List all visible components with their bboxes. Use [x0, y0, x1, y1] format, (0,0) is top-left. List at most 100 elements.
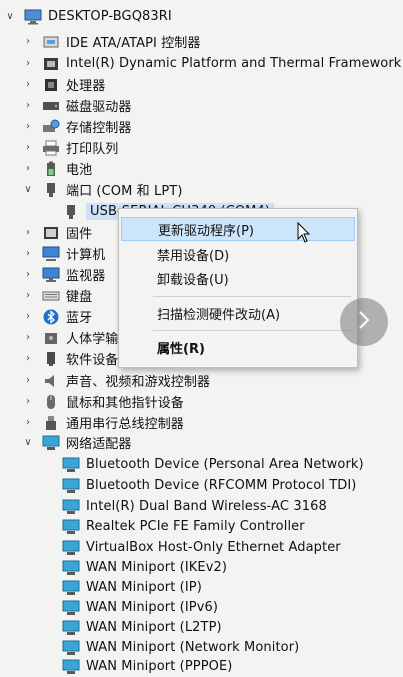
tree-node-print-queues[interactable]: › 打印队列 — [22, 137, 118, 158]
chevron-right-icon[interactable]: › — [22, 227, 34, 239]
chevron-right-icon[interactable]: › — [22, 100, 34, 112]
node-label: 端口 (COM 和 LPT) — [66, 184, 183, 199]
menu-item-disable-device[interactable]: 禁用设备(D) — [121, 242, 355, 266]
chevron-right-icon[interactable]: › — [22, 417, 34, 429]
hid-icon — [42, 330, 60, 346]
node-label: 电池 — [66, 163, 93, 178]
chevron-right-icon[interactable]: › — [22, 121, 34, 133]
node-label: 键盘 — [66, 290, 93, 305]
next-arrow-button[interactable] — [340, 298, 388, 346]
menu-item-scan-hardware[interactable]: 扫描检测硬件改动(A) — [121, 301, 355, 325]
port-connector-icon — [62, 204, 80, 220]
tree-node-ports[interactable]: ∨ 端口 (COM 和 LPT) — [22, 179, 183, 200]
disk-drive-icon — [42, 98, 60, 114]
network-adapter-icon — [62, 580, 80, 596]
network-adapter-icon — [62, 659, 80, 675]
node-label: 磁盘驱动器 — [66, 100, 132, 115]
tree-node-computer[interactable]: › 计算机 — [22, 243, 105, 264]
network-device-row[interactable]: WAN Miniport (IPv6) — [62, 597, 218, 618]
chevron-right-icon[interactable]: › — [22, 269, 34, 281]
chevron-right-icon[interactable]: › — [22, 332, 34, 344]
tree-node-keyboards[interactable]: › 键盘 — [22, 285, 92, 306]
node-label: 处理器 — [66, 79, 106, 94]
chevron-right-icon[interactable]: › — [22, 353, 34, 365]
node-label: Bluetooth Device (Personal Area Network) — [86, 457, 364, 472]
tree-root[interactable]: ∨ DESKTOP-BGQ83RI — [4, 6, 172, 27]
node-label: VirtualBox Host-Only Ethernet Adapter — [86, 540, 341, 555]
tree-node-disk-drives[interactable]: › 磁盘驱动器 — [22, 95, 132, 116]
menu-item-update-driver[interactable]: 更新驱动程序(P) — [121, 217, 355, 241]
chevron-right-icon[interactable]: › — [22, 311, 34, 323]
chevron-right-icon[interactable]: › — [22, 375, 34, 387]
storage-controller-icon — [42, 119, 60, 135]
network-device-row[interactable]: Bluetooth Device (Personal Area Network) — [62, 454, 364, 475]
network-device-row[interactable]: Realtek PCIe FE Family Controller — [62, 516, 305, 537]
tree-node-firmware[interactable]: › 固件 — [22, 222, 92, 243]
tree-node-battery[interactable]: › 电池 — [22, 158, 92, 179]
menu-item-uninstall-device[interactable]: 卸载设备(U) — [121, 266, 355, 290]
node-label: IDE ATA/ATAPI 控制器 — [66, 36, 201, 51]
chevron-down-icon[interactable]: ∨ — [22, 184, 34, 196]
tree-node-monitors[interactable]: › 监视器 — [22, 264, 105, 285]
chevron-down-icon[interactable]: ∨ — [22, 437, 34, 449]
printer-icon — [42, 140, 60, 156]
tree-node-network-adapters[interactable]: ∨ 网络适配器 — [22, 432, 132, 453]
menu-separator — [153, 296, 351, 297]
node-label: WAN Miniport (L2TP) — [86, 620, 222, 635]
network-device-row[interactable]: Intel(R) Dual Band Wireless-AC 3168 — [62, 496, 327, 517]
tree-node-processor[interactable]: › 处理器 — [22, 74, 105, 95]
software-device-icon — [42, 351, 60, 367]
node-label: 计算机 — [66, 248, 106, 263]
processor-icon — [42, 77, 60, 93]
node-label: 打印队列 — [66, 142, 119, 157]
network-device-row[interactable]: WAN Miniport (PPPOE) — [62, 656, 232, 677]
network-device-row[interactable]: WAN Miniport (IKEv2) — [62, 557, 227, 578]
network-device-row[interactable]: WAN Miniport (IP) — [62, 577, 202, 598]
chevron-right-icon[interactable]: › — [22, 79, 34, 91]
node-label: Intel(R) Dual Band Wireless-AC 3168 — [86, 499, 327, 514]
node-label: WAN Miniport (Network Monitor) — [86, 640, 300, 655]
chevron-right-icon[interactable]: › — [22, 248, 34, 260]
chevron-right-icon[interactable]: › — [22, 163, 34, 175]
tree-node-ide[interactable]: › IDE ATA/ATAPI 控制器 — [22, 31, 201, 52]
network-adapter-icon — [62, 519, 80, 535]
ide-controller-icon — [42, 34, 60, 50]
battery-icon — [42, 161, 60, 177]
node-label: 固件 — [66, 227, 93, 242]
node-label: 存储控制器 — [66, 121, 132, 136]
node-label: 鼠标和其他指针设备 — [66, 396, 184, 411]
chevron-right-icon[interactable]: › — [22, 396, 34, 408]
network-device-row[interactable]: WAN Miniport (Network Monitor) — [62, 637, 299, 658]
mouse-cursor-icon — [297, 221, 311, 244]
node-label: 软件设备 — [66, 353, 119, 368]
tree-node-intel-dptf[interactable]: › Intel(R) Dynamic Platform and Thermal … — [22, 53, 401, 74]
tree-node-audio[interactable]: › 声音、视频和游戏控制器 — [22, 370, 210, 391]
network-device-row[interactable]: WAN Miniport (L2TP) — [62, 617, 222, 638]
speaker-icon — [42, 373, 60, 389]
chevron-right-icon[interactable]: › — [22, 58, 34, 70]
chevron-right-icon[interactable]: › — [22, 290, 34, 302]
network-device-row[interactable]: VirtualBox Host-Only Ethernet Adapter — [62, 537, 341, 558]
menu-item-properties[interactable]: 属性(R) — [121, 335, 355, 359]
network-adapter-icon — [62, 540, 80, 556]
chevron-right-icon[interactable]: › — [22, 142, 34, 154]
tree-node-mice[interactable]: › 鼠标和其他指针设备 — [22, 391, 184, 412]
node-label: Bluetooth Device (RFCOMM Protocol TDI) — [86, 478, 357, 493]
network-adapter-icon — [62, 620, 80, 636]
network-device-row[interactable]: Bluetooth Device (RFCOMM Protocol TDI) — [62, 475, 356, 496]
tree-node-usb[interactable]: › 通用串行总线控制器 — [22, 412, 184, 433]
computer-icon — [42, 246, 60, 262]
chevron-right-icon — [357, 310, 371, 334]
node-label: WAN Miniport (IPv6) — [86, 600, 219, 615]
tree-node-bluetooth[interactable]: › 蓝牙 — [22, 306, 92, 327]
monitor-icon — [42, 267, 60, 283]
tree-node-software-devices[interactable]: › 软件设备 — [22, 348, 118, 369]
usb-icon — [42, 415, 60, 431]
computer-root-icon — [24, 9, 42, 25]
network-adapter-icon — [62, 640, 80, 656]
node-label: 网络适配器 — [66, 437, 132, 452]
chevron-down-icon[interactable]: ∨ — [4, 11, 16, 23]
tree-node-storage-controllers[interactable]: › 存储控制器 — [22, 116, 132, 137]
firmware-icon — [42, 225, 60, 241]
chevron-right-icon[interactable]: › — [22, 36, 34, 48]
